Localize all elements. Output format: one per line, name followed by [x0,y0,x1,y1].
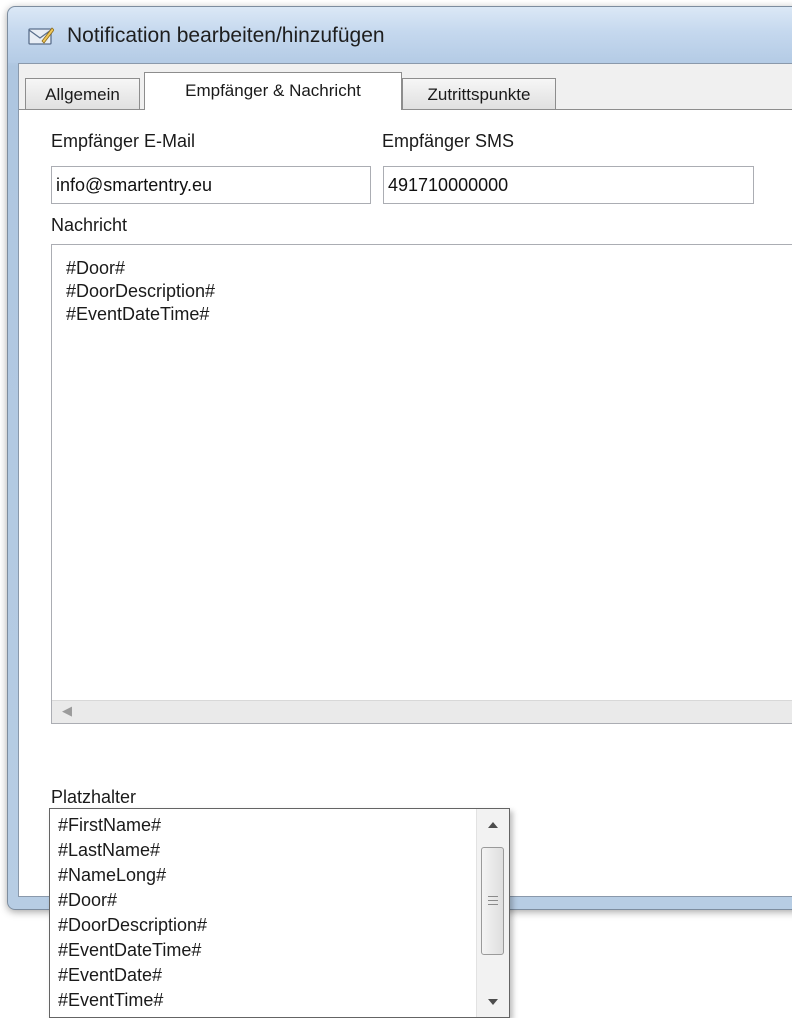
message-line: #Door# [66,258,126,278]
window-title: Notification bearbeiten/hinzufügen [67,24,385,47]
grip-icon [488,896,498,908]
scroll-down-icon[interactable] [488,999,498,1005]
message-textarea[interactable]: #Door# #DoorDescription# #EventDateTime#… [51,244,792,724]
dropdown-option[interactable]: #LastName# [58,838,207,863]
sms-field[interactable] [383,166,754,204]
dropdown-option[interactable]: #EventDateTime# [58,938,207,963]
message-line: #DoorDescription# [66,281,216,301]
dropdown-option[interactable]: #EventTime# [58,988,207,1013]
dialog-window: Notification bearbeiten/hinzufügen Allge… [7,6,792,910]
dropdown-vertical-scrollbar[interactable] [476,809,509,1017]
tab-allgemein[interactable]: Allgemein [25,78,140,109]
placeholder-dropdown-list[interactable]: #FirstName# #LastName# #NameLong# #Door#… [49,808,510,1018]
dropdown-option[interactable]: #Door# [58,888,207,913]
title-bar[interactable]: Notification bearbeiten/hinzufügen [8,7,792,63]
scroll-left-icon[interactable]: ◀ [62,704,72,719]
message-label: Nachricht [51,215,128,235]
dropdown-option[interactable]: #NameLong# [58,863,207,888]
tab-page: Empfänger E-Mail Empfänger SMS Nachricht… [19,109,792,896]
dropdown-option[interactable]: #DoorDescription# [58,913,207,938]
horizontal-scrollbar[interactable]: ◀ [52,700,792,723]
tab-empfaenger-nachricht[interactable]: Empfänger & Nachricht [144,72,402,110]
scroll-thumb[interactable] [481,847,504,955]
message-text: #Door# #DoorDescription# #EventDateTime# [66,257,215,326]
message-line: #EventDateTime# [66,304,210,324]
sms-label: Empfänger SMS [382,131,515,151]
dropdown-option[interactable]: #FirstName# [58,813,207,838]
email-label: Empfänger E-Mail [51,131,196,151]
tab-strip: Allgemein Empfänger & Nachricht Zutritts… [19,64,792,110]
email-field[interactable] [51,166,371,204]
placeholder-label: Platzhalter [51,787,137,807]
tab-zutrittspunkte[interactable]: Zutrittspunkte [402,78,556,109]
scroll-up-icon[interactable] [488,822,498,828]
envelope-edit-icon [28,27,54,45]
dropdown-option[interactable]: #EventDate# [58,963,207,988]
dialog-client: Allgemein Empfänger & Nachricht Zutritts… [18,63,792,897]
